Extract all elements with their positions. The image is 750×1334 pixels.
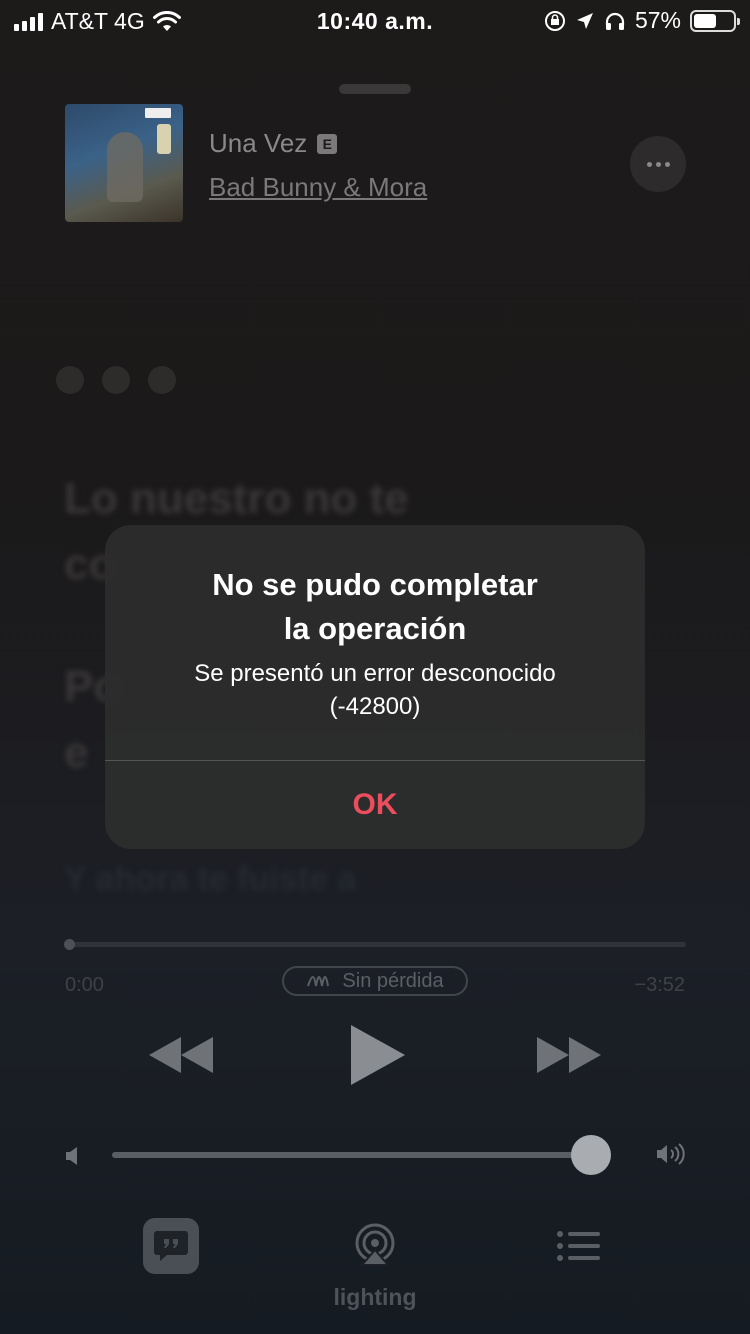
explicit-badge: E <box>317 133 338 154</box>
lossless-badge[interactable]: Sin pérdida <box>282 966 468 996</box>
sheet-grabber-handle[interactable] <box>339 84 411 94</box>
volume-slider-knob[interactable] <box>571 1135 612 1175</box>
bottom-toolbar: lighting <box>0 1216 750 1326</box>
play-button[interactable] <box>340 1018 414 1092</box>
ok-button[interactable]: OK <box>105 761 645 849</box>
album-art-figure <box>107 132 143 202</box>
location-arrow-icon <box>576 12 593 29</box>
fast-forward-icon <box>537 1037 601 1073</box>
volume-slider[interactable] <box>112 1152 606 1158</box>
elapsed-time: 0:00 <box>65 974 104 996</box>
battery-icon <box>690 9 740 32</box>
lyric-line[interactable]: e <box>64 728 88 778</box>
remaining-time: −3:52 <box>634 974 685 996</box>
lyrics-loading-dots <box>56 366 176 394</box>
status-right: 57% <box>544 7 740 34</box>
volume-high-icon <box>657 1143 685 1165</box>
volume-low-icon <box>66 1147 77 1165</box>
airplay-device-label[interactable]: lighting <box>0 1284 750 1311</box>
fast-forward-button[interactable] <box>530 1018 610 1092</box>
rotation-lock-icon <box>544 10 565 31</box>
rewind-button[interactable] <box>140 1018 220 1092</box>
track-title-row: Una Vez E <box>209 128 338 159</box>
lyric-line[interactable]: Y ahora te fuiste a <box>64 860 356 899</box>
alert-title-line: No se pudo completar <box>212 567 538 602</box>
play-icon <box>351 1025 405 1085</box>
alert-message-line: Se presentó un error desconocido <box>194 660 556 687</box>
alert-title-line: la operación <box>283 611 467 646</box>
parental-advisory-label <box>145 108 171 118</box>
airplay-button[interactable] <box>350 1220 400 1270</box>
artist-link[interactable]: Bad Bunny & Mora <box>209 172 427 203</box>
alert-message: Se presentó un error desconocido (-42800… <box>105 657 645 723</box>
playback-progress-knob[interactable] <box>64 939 75 950</box>
battery-level <box>694 13 716 28</box>
rewind-icon <box>149 1037 213 1073</box>
alert-error-code: (-42800) <box>329 693 421 720</box>
ellipsis-icon <box>646 161 652 167</box>
lossless-label: Sin pérdida <box>342 969 444 992</box>
more-options-button[interactable] <box>630 136 686 192</box>
lyric-line[interactable]: Lo nuestro no te <box>64 474 409 524</box>
error-alert-dialog: No se pudo completar la operación Se pre… <box>105 525 645 849</box>
headphones-icon <box>605 12 625 30</box>
lyrics-quote-bubble-icon <box>154 1231 188 1261</box>
airplay-audio-icon <box>355 1223 395 1266</box>
alert-title: No se pudo completar la operación <box>105 563 645 651</box>
album-art-detail <box>157 124 171 154</box>
lossless-waveform-icon <box>307 976 330 987</box>
status-bar: AT&T 4G 10:40 a.m. 57% <box>0 0 750 44</box>
track-title: Una Vez <box>209 128 308 158</box>
lyrics-button[interactable] <box>143 1218 199 1274</box>
battery-percent: 57% <box>634 7 681 33</box>
album-art <box>65 104 183 222</box>
queue-list-icon[interactable] <box>556 1226 602 1266</box>
playback-progress-bar[interactable] <box>69 942 686 947</box>
playback-controls <box>0 1018 750 1092</box>
